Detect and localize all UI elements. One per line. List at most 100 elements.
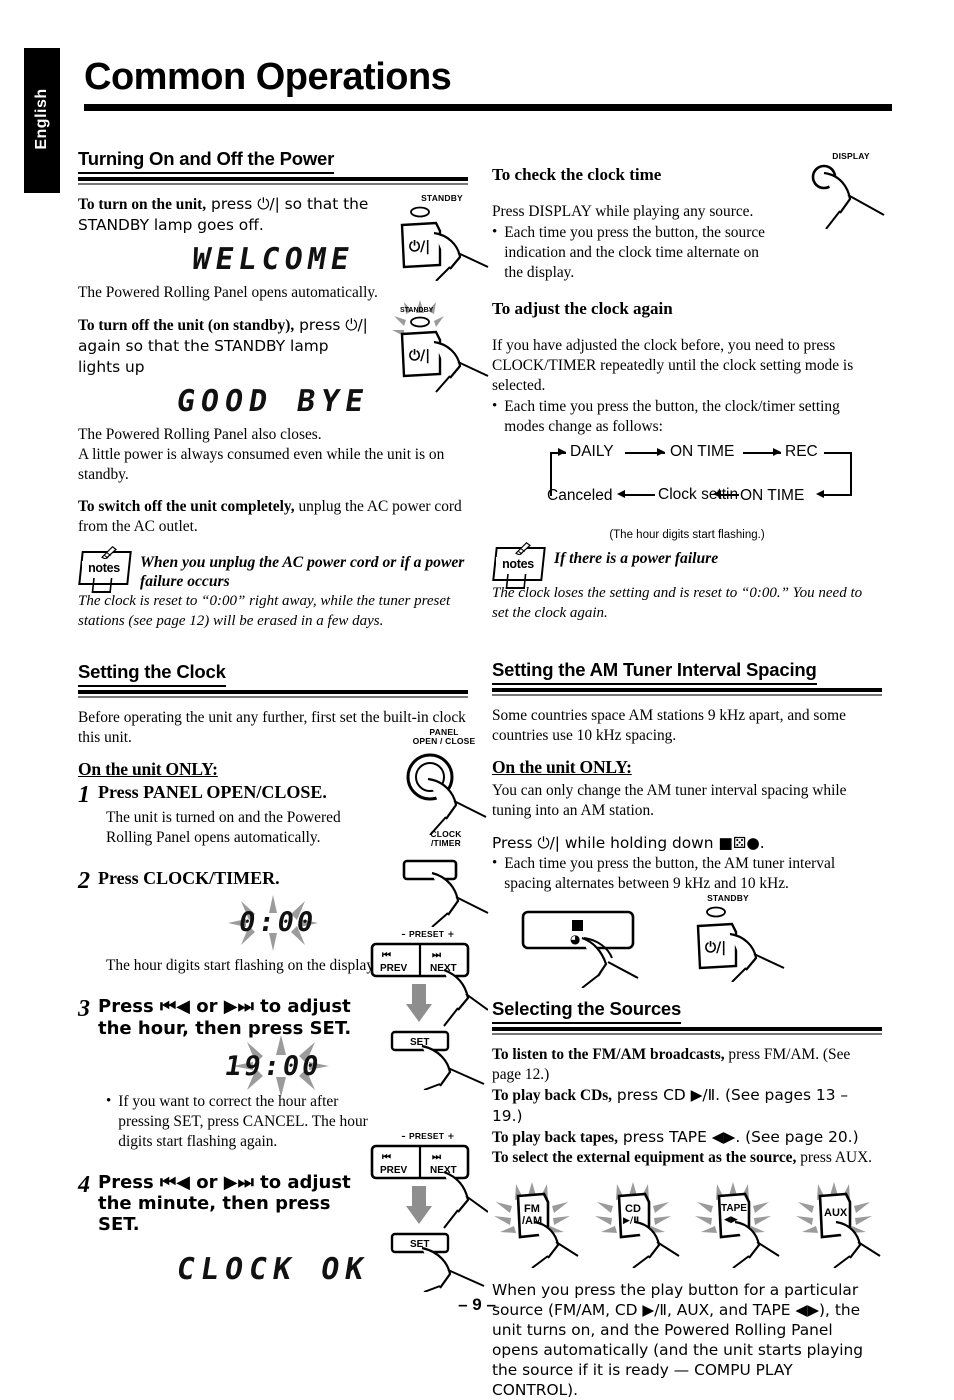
notes-title: When you unplug the AC power cord or if … xyxy=(140,554,465,591)
section-rule-sources-thin xyxy=(492,1033,882,1036)
clock-timer-flow-diagram: DAILY ON TIME REC Canceled Clock setting… xyxy=(492,443,882,529)
illustration-power-on: STANDBY ⏻/| xyxy=(392,193,492,282)
pen-icon xyxy=(100,546,117,560)
source-buttons-row: FM /AM CD ▶/Ⅱ TAPE ◀▶ AUX xyxy=(492,1182,882,1270)
notes-icon: notes xyxy=(492,542,546,590)
notes-body-2: The clock loses the setting and is reset… xyxy=(492,585,863,621)
prev-next-set-icon-2: ⏮ PREV ⏭ NEXT SET xyxy=(370,1145,488,1293)
source-button-cd: CD ▶/Ⅱ xyxy=(593,1182,681,1270)
step-4-number: 4 xyxy=(78,1171,90,1198)
illustration-preset-set-2: – PRESET + ⏮ PREV ⏭ NEXT SET xyxy=(368,1131,488,1293)
svg-text:⏻/|: ⏻/| xyxy=(409,239,430,255)
section-selecting-sources: Selecting the Sources xyxy=(492,998,882,1036)
section-heading-am-tuner: Setting the AM Tuner Interval Spacing xyxy=(492,659,817,686)
svg-text:⏭: ⏭ xyxy=(432,1152,441,1163)
svg-text:TAPE: TAPE xyxy=(721,1203,747,1214)
illustration-panel-open-close: PANEL OPEN / CLOSE xyxy=(396,727,492,835)
source-line-1-bold: To listen to the FM/AM broadcasts, xyxy=(492,1046,725,1064)
section-heading-sources: Selecting the Sources xyxy=(492,998,681,1025)
adjust-clock-p1: If you have adjusted the clock before, y… xyxy=(492,337,854,395)
prev-next-set-icon: ⏮ PREV ⏭ NEXT SET xyxy=(370,943,488,1091)
turn-on-bold: To turn on the unit, xyxy=(78,196,207,213)
flow-top-1: DAILY xyxy=(567,443,617,462)
page-header: Common Operations xyxy=(84,56,892,111)
am-p2: You can only change the AM tuner interva… xyxy=(492,782,847,820)
am-p3: Press ⏻/| while holding down ■⚄●. xyxy=(492,834,765,853)
bullet-dot: • xyxy=(492,398,498,415)
notes-block-power: notes When you unplug the AC power cord … xyxy=(78,546,468,631)
source-line-3: To play back tapes, press TAPE ◀▶. (See … xyxy=(492,1127,882,1148)
display-button-icon xyxy=(811,165,885,230)
source-button-aux: AUX xyxy=(794,1182,882,1270)
title-rule xyxy=(84,103,892,111)
manual-page: English Common Operations Turning On and… xyxy=(0,0,954,1399)
knob-icon xyxy=(406,753,487,835)
section-am-tuner: Setting the AM Tuner Interval Spacing xyxy=(492,659,882,697)
lcd-clock-0000: 0:00 xyxy=(237,907,319,939)
flow-top-3: REC xyxy=(782,443,821,462)
clock-timer-button-icon xyxy=(402,859,489,927)
switch-off-bold: To switch off the unit completely, xyxy=(78,498,295,516)
flow-bottom-3: ON TIME xyxy=(737,487,808,506)
tape-button-icon: TAPE ◀▶ xyxy=(695,1182,780,1270)
source-line-3-bold: To play back tapes, xyxy=(492,1129,619,1147)
notes-block-power-failure: notes If there is a power failure The cl… xyxy=(492,542,882,623)
source-line-4: To select the external equipment as the … xyxy=(492,1148,882,1168)
flow-top-2: ON TIME xyxy=(667,443,738,462)
clock-timer-caption: CLOCK /TIMER xyxy=(430,829,462,849)
standby-lamp-caption-on: STANDBY xyxy=(421,193,463,203)
source-line-1: To listen to the FM/AM broadcasts, press… xyxy=(492,1045,882,1085)
source-button-fm-am: FM /AM xyxy=(492,1182,580,1270)
adjust-clock-bullet-text: Each time you press the button, the cloc… xyxy=(504,398,840,436)
section-rule-am-thin xyxy=(492,694,882,697)
right-column: To check the clock time Press DISPLAY wh… xyxy=(492,148,882,1400)
notes-body: The clock is reset to “0:00” right away,… xyxy=(78,593,451,629)
standby-caption: STANDBY xyxy=(707,893,749,904)
flow-caption: (The hour digits start flashing.) xyxy=(609,529,765,542)
section-heading-clock: Setting the Clock xyxy=(78,661,226,688)
svg-text:◕: ◕ xyxy=(570,932,581,946)
step-3-number: 3 xyxy=(78,996,90,1023)
svg-text:⏭: ⏭ xyxy=(432,950,441,961)
illustration-clock-timer: CLOCK /TIMER xyxy=(398,829,494,927)
power-button-flashing-icon: STANDBY ⏻/| xyxy=(392,300,489,393)
notes-header-2: notes If there is a power failure xyxy=(492,542,882,590)
check-clock-bullet: • Each time you press the button, the so… xyxy=(492,223,882,283)
svg-text:AUX: AUX xyxy=(824,1207,848,1219)
source-line-2: To play back CDs, press CD ▶/Ⅱ. (See pag… xyxy=(492,1085,882,1127)
notes-header: notes When you unplug the AC power cord … xyxy=(78,546,468,594)
aux-button-icon: AUX xyxy=(795,1182,881,1270)
stop-disc-button-icon: ◕ xyxy=(521,910,639,989)
svg-text:PREV: PREV xyxy=(380,1165,408,1176)
step-2-number: 2 xyxy=(78,868,90,895)
heading-adjust-clock-again: To adjust the clock again xyxy=(492,299,673,319)
notes-icon: notes xyxy=(78,546,132,594)
svg-text:STANDBY: STANDBY xyxy=(400,307,434,314)
section-rule xyxy=(78,177,468,181)
page-title: Common Operations xyxy=(84,56,452,98)
svg-text:CD: CD xyxy=(625,1203,641,1215)
lcd-1900: 19:00 xyxy=(222,1050,324,1082)
source-line-2-bold: To play back CDs, xyxy=(492,1087,613,1105)
fm-am-button-icon: FM /AM xyxy=(494,1182,579,1270)
notes-icon-label: notes xyxy=(496,557,540,572)
source-line-4-bold: To select the external equipment as the … xyxy=(492,1149,797,1167)
standby-power-illustration: STANDBY ⏻/| xyxy=(688,893,785,986)
turn-off-bold: To turn off the unit (on standby), xyxy=(78,317,295,335)
adjust-clock-bullet: • Each time you press the button, the cl… xyxy=(492,397,882,437)
section-rule-clock-thin xyxy=(78,696,468,699)
source-button-tape: TAPE ◀▶ xyxy=(693,1182,781,1270)
section-rule-clock xyxy=(78,690,468,695)
display-caption: DISPLAY xyxy=(832,151,870,161)
illustration-preset-set-1: – PRESET + ⏮ PREV ⏭ NEXT SET xyxy=(368,929,488,1091)
svg-text:NEXT: NEXT xyxy=(430,1165,457,1176)
check-clock-bullet-text: Each time you press the button, the sour… xyxy=(504,224,765,282)
standby-power-note: A little power is always consumed even w… xyxy=(78,446,445,484)
illustration-power-off: STANDBY ⏻/| xyxy=(392,300,492,396)
am-bullet-text: Each time you press the button, the AM t… xyxy=(504,855,836,893)
cd-button-icon: CD ▶/Ⅱ xyxy=(594,1182,680,1270)
am-illustration-row: ◕ STANDBY ⏻/| xyxy=(492,893,882,994)
language-tab: English xyxy=(24,48,60,193)
notes-title-2: If there is a power failure xyxy=(554,550,719,568)
panel-closes-note: The Powered Rolling Panel also closes. xyxy=(78,426,322,444)
